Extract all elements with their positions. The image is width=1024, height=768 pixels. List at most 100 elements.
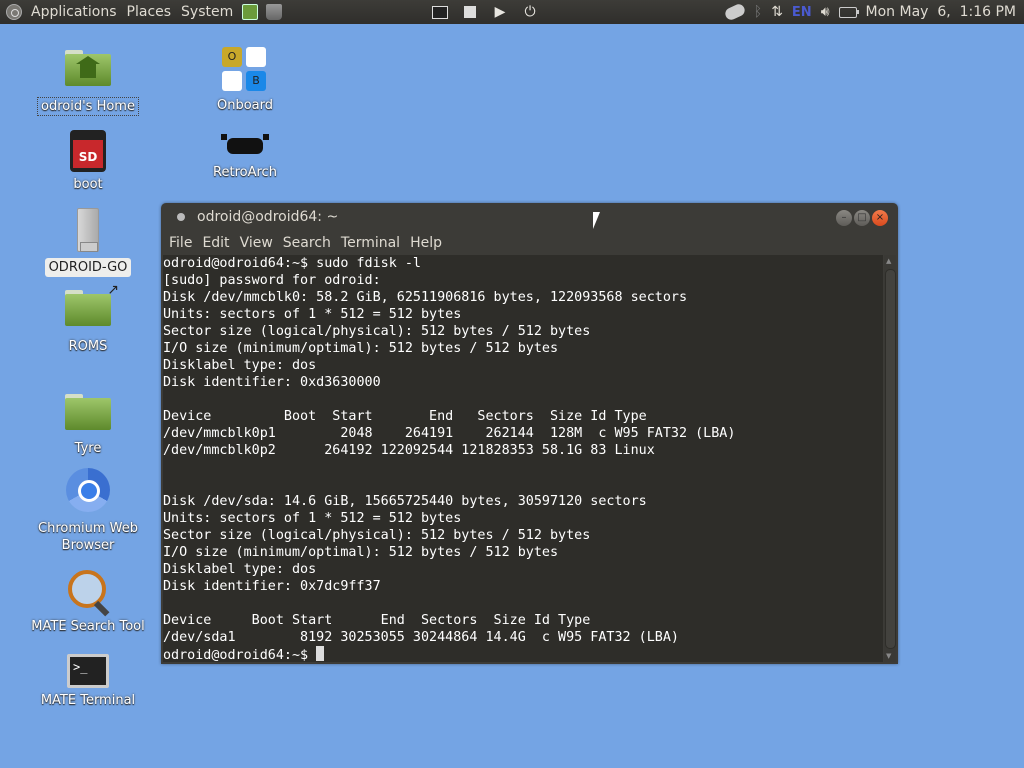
folder-icon: [65, 394, 111, 430]
desktop-icon-tyre[interactable]: Tyre: [28, 394, 148, 457]
usb-drive-icon: [77, 208, 99, 252]
terminal-line: Sector size (logical/physical): 512 byte…: [163, 528, 591, 543]
menu-system[interactable]: System: [176, 4, 238, 20]
close-button[interactable]: ×: [872, 210, 888, 226]
sd-card-icon: SD: [70, 130, 106, 172]
desktop-icon-onboard[interactable]: O B Onboard: [185, 47, 305, 114]
desktop-icon-search-tool[interactable]: MATE Search Tool: [28, 570, 148, 635]
desktop-icon-retroarch[interactable]: RetroArch: [185, 134, 305, 181]
folder-link-icon: ↗: [65, 282, 119, 326]
terminal-line: Disk identifier: 0x7dc9ff37: [163, 579, 381, 594]
desktop-icon-label: Chromium Web Browser: [38, 521, 138, 553]
system-tray: ᛒ ⇅ EN 🔊︎ Mon May 6, 1:16 PM: [723, 0, 1016, 24]
menu-applications[interactable]: Applications: [26, 4, 122, 20]
terminal-line: Disk /dev/mmcblk0: 58.2 GiB, 62511906816…: [163, 290, 688, 305]
maximize-button[interactable]: □: [854, 210, 870, 226]
desktop-icon-label: MATE Search Tool: [31, 619, 145, 634]
desktop-icon-label: ODROID-GO: [44, 258, 132, 277]
file-manager-icon[interactable]: [242, 4, 259, 20]
keyboard-layout-indicator[interactable]: EN: [792, 5, 812, 20]
terminal-window: odroid@odroid64: ~ – □ × File Edit View …: [161, 203, 898, 664]
window-menu-icon[interactable]: [177, 213, 185, 221]
search-tool-icon: [66, 570, 110, 614]
desktop-icon-odroid-go[interactable]: ODROID-GO: [28, 208, 148, 277]
menu-places[interactable]: Places: [122, 4, 177, 20]
desktop-icon-terminal[interactable]: >_ MATE Terminal: [28, 654, 148, 709]
home-folder-icon: [65, 50, 111, 86]
desktop-icon-label: boot: [73, 177, 103, 192]
battery-icon[interactable]: [838, 6, 859, 18]
trash-icon[interactable]: [266, 4, 283, 20]
window-titlebar[interactable]: odroid@odroid64: ~: [161, 203, 898, 231]
terminal-icon[interactable]: [432, 4, 448, 20]
scroll-down-icon[interactable]: ▼: [886, 652, 891, 660]
window-controls: – □ ×: [836, 210, 888, 226]
top-panel: Applications Places System ▶ ⏻ ᛒ ⇅ EN 🔊︎…: [0, 0, 1024, 24]
terminal-line: Sector size (logical/physical): 512 byte…: [163, 324, 591, 339]
desktop-icon-home[interactable]: odroid's Home: [28, 50, 148, 116]
terminal-prompt-line[interactable]: odroid@odroid64:~$: [163, 646, 883, 662]
stop-icon[interactable]: [462, 4, 478, 20]
desktop-icon-label: RetroArch: [213, 165, 277, 180]
bluetooth-icon[interactable]: ᛒ: [754, 4, 762, 20]
text-cursor: [316, 646, 325, 661]
clock[interactable]: Mon May 6, 1:16 PM: [866, 4, 1016, 20]
menu-file[interactable]: File: [164, 235, 197, 251]
onboard-key: [222, 71, 242, 91]
desktop-icon-label: MATE Terminal: [40, 693, 136, 708]
desktop-icon-label: Tyre: [74, 441, 102, 456]
terminal-line: odroid@odroid64:~$ sudo fdisk -l: [163, 256, 421, 271]
onboard-key: [246, 47, 266, 67]
terminal-scrollbar[interactable]: ▲ ▼: [884, 255, 896, 662]
terminal-line: Disk /dev/sda: 14.6 GiB, 15665725440 byt…: [163, 494, 647, 509]
onboard-key: O: [222, 47, 242, 67]
terminal-prompt: odroid@odroid64:~$: [163, 648, 317, 662]
terminal-app-icon: >_: [67, 654, 109, 688]
desktop-icon-label: Onboard: [216, 98, 273, 113]
gamepad-icon[interactable]: [723, 2, 747, 22]
minimize-button[interactable]: –: [836, 210, 852, 226]
terminal-line: /dev/sda1 8192 30253055 30244864 14.4G c…: [163, 630, 679, 645]
onboard-key: B: [246, 71, 266, 91]
onboard-keyboard-icon: O B: [222, 47, 268, 93]
terminal-line: Device Boot Start End Sectors Size Id Ty…: [163, 409, 647, 424]
menu-edit[interactable]: Edit: [197, 235, 234, 251]
menu-view[interactable]: View: [235, 235, 278, 251]
scrollbar-thumb[interactable]: [885, 269, 896, 649]
desktop-icon-label: ROMS: [68, 339, 108, 354]
terminal-line: Device Boot Start End Sectors Size Id Ty…: [163, 613, 591, 628]
desktop-icon-roms[interactable]: ↗ ROMS: [28, 282, 148, 355]
terminal-line: Disklabel type: dos: [163, 358, 317, 373]
chromium-icon: [66, 468, 110, 512]
ubuntu-mate-logo-icon[interactable]: [6, 4, 22, 20]
terminal-line: I/O size (minimum/optimal): 512 bytes / …: [163, 341, 559, 356]
terminal-line: [sudo] password for odroid:: [163, 273, 381, 288]
terminal-line: /dev/mmcblk0p1 2048 264191 262144 128M c…: [163, 426, 736, 441]
network-icon[interactable]: ⇅: [771, 4, 783, 20]
play-icon[interactable]: ▶: [492, 4, 508, 20]
retroarch-icon: [221, 134, 269, 160]
scroll-up-icon[interactable]: ▲: [886, 257, 891, 265]
desktop-icon-chromium[interactable]: Chromium Web Browser: [28, 468, 148, 554]
terminal-line: Units: sectors of 1 * 512 = 512 bytes: [163, 511, 462, 526]
terminal-menubar: File Edit View Search Terminal Help: [161, 231, 898, 255]
power-icon[interactable]: ⏻: [522, 4, 538, 20]
panel-launchers: ▶ ⏻: [432, 4, 538, 20]
sd-badge: SD: [78, 150, 98, 164]
terminal-line: Disklabel type: dos: [163, 562, 317, 577]
terminal-line: Disk identifier: 0xd3630000: [163, 375, 381, 390]
terminal-line: I/O size (minimum/optimal): 512 bytes / …: [163, 545, 559, 560]
terminal-line: /dev/mmcblk0p2 264192 122092544 12182835…: [163, 443, 655, 458]
volume-icon[interactable]: 🔊︎: [821, 4, 830, 20]
window-title: odroid@odroid64: ~: [197, 209, 339, 225]
menu-terminal[interactable]: Terminal: [336, 235, 405, 251]
desktop-icon-boot[interactable]: SD boot: [28, 130, 148, 193]
mouse-cursor-icon: [593, 212, 600, 229]
menu-search[interactable]: Search: [278, 235, 336, 251]
terminal-output[interactable]: odroid@odroid64:~$ sudo fdisk -l [sudo] p…: [163, 255, 883, 662]
desktop-icon-label: odroid's Home: [37, 97, 139, 116]
menu-help[interactable]: Help: [405, 235, 447, 251]
